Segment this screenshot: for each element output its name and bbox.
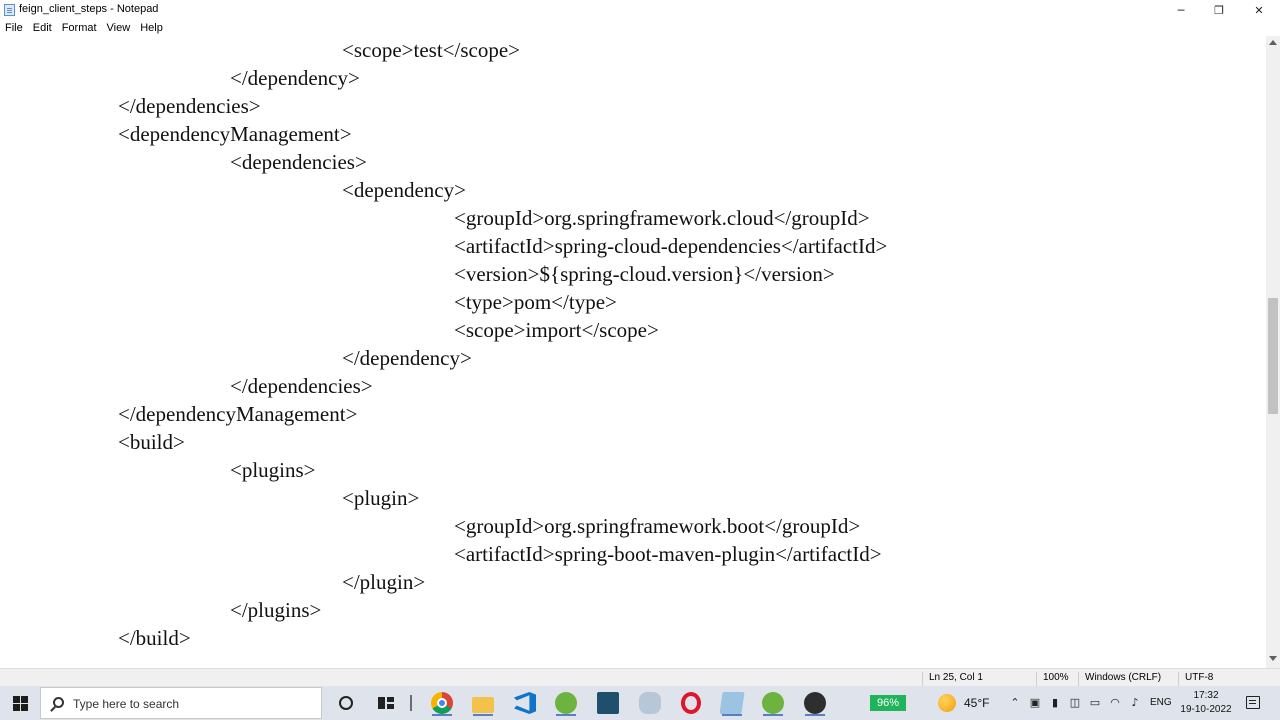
encoding: UTF-8 xyxy=(1178,672,1268,686)
notifications-icon[interactable] xyxy=(1246,696,1260,709)
taskbar: 96% 45°F ⌃ ▣ ▮ ◫ ▭ ◠ ♪ ENG 17:32 19-10-2… xyxy=(0,686,1280,720)
status-bar: Ln 25, Col 1 100% Windows (CRLF) UTF-8 xyxy=(0,668,1280,686)
battery-percentage[interactable]: 96% xyxy=(870,695,906,711)
taskbar-app-spring-tool-suite-2[interactable] xyxy=(760,690,786,716)
active-indicator xyxy=(473,714,493,716)
code-line: </plugins> xyxy=(230,598,322,622)
minimize-button[interactable]: ─ xyxy=(1162,0,1200,20)
screen-capture-icon[interactable]: ◫ xyxy=(1068,696,1082,710)
obs-icon xyxy=(804,692,826,714)
active-indicator xyxy=(556,714,576,716)
taskbar-app-shell[interactable] xyxy=(637,690,663,716)
language-indicator[interactable]: ENG xyxy=(1150,697,1172,708)
code-line: <groupId>org.springframework.boot</group… xyxy=(454,514,861,538)
terminal-icon xyxy=(597,692,619,714)
code-line: <artifactId>spring-cloud-dependencies</a… xyxy=(454,234,888,258)
active-indicator xyxy=(805,714,825,716)
active-indicator xyxy=(722,714,742,716)
vscode-icon xyxy=(514,692,536,714)
active-indicator xyxy=(432,714,452,716)
search-input[interactable] xyxy=(73,694,313,714)
code-line: </dependency> xyxy=(230,66,360,90)
menu-format[interactable]: Format xyxy=(57,20,102,36)
window-title: feign_client_steps - Notepad xyxy=(19,3,159,15)
spring-icon xyxy=(762,692,784,714)
code-line: <plugins> xyxy=(230,458,316,482)
spring-icon xyxy=(555,692,577,714)
code-line: <scope>test</scope> xyxy=(342,38,520,62)
scroll-down-arrow-icon[interactable] xyxy=(1269,656,1277,661)
task-view-button[interactable] xyxy=(373,690,399,716)
taskbar-app-obs[interactable] xyxy=(802,690,828,716)
shell-icon xyxy=(639,692,661,714)
vertical-scrollbar[interactable] xyxy=(1266,36,1280,668)
cursor-position: Ln 25, Col 1 xyxy=(922,672,1036,686)
clock-date: 19-10-2022 xyxy=(1180,704,1232,715)
code-line: <type>pom</type> xyxy=(454,290,617,314)
close-button[interactable]: ✕ xyxy=(1240,0,1278,20)
chrome-icon xyxy=(431,692,453,714)
taskbar-search[interactable] xyxy=(40,687,322,719)
scrollbar-thumb[interactable] xyxy=(1268,298,1278,414)
code-line: <dependencies> xyxy=(230,150,367,174)
wifi-icon[interactable]: ◠ xyxy=(1108,696,1122,710)
cortana-button[interactable] xyxy=(333,690,359,716)
volume-icon[interactable]: ♪ xyxy=(1128,696,1142,710)
title-bar: feign_client_steps - Notepad ─ ❐ ✕ xyxy=(0,0,1280,20)
start-button[interactable] xyxy=(0,686,40,720)
zoom-level: 100% xyxy=(1036,672,1078,686)
cortana-icon xyxy=(339,696,353,710)
task-view-icon xyxy=(378,697,394,709)
code-line: </dependencies> xyxy=(230,374,373,398)
code-line: <artifactId>spring-boot-maven-plugin</ar… xyxy=(454,542,882,566)
search-icon xyxy=(53,697,64,708)
notepad-window: feign_client_steps - Notepad ─ ❐ ✕ File … xyxy=(0,0,1280,720)
code-line: <plugin> xyxy=(342,486,420,510)
text-editor[interactable]: <scope>test</scope> </dependency> </depend… xyxy=(0,36,1266,668)
menu-help[interactable]: Help xyxy=(135,20,168,36)
code-line: <dependency> xyxy=(342,178,466,202)
code-line: <version>${spring-cloud.version}</versio… xyxy=(454,262,835,286)
windows-logo-icon xyxy=(12,695,28,711)
code-line: </dependencyManagement> xyxy=(118,402,358,426)
menu-bar: File Edit Format View Help xyxy=(0,20,1280,36)
code-line: <groupId>org.springframework.cloud</grou… xyxy=(454,206,870,230)
weather-icon[interactable] xyxy=(938,694,956,712)
notepad-app-icon xyxy=(4,4,15,16)
microphone-icon[interactable]: ▮ xyxy=(1048,696,1062,710)
taskbar-app-chrome[interactable] xyxy=(429,690,455,716)
folder-icon xyxy=(472,697,494,713)
code-line: <build> xyxy=(118,430,185,454)
taskbar-app-file-explorer[interactable] xyxy=(470,690,496,716)
code-line: <scope>import</scope> xyxy=(454,318,659,342)
code-line: </dependency> xyxy=(342,346,472,370)
code-line: </dependencies> xyxy=(118,94,261,118)
taskbar-app-terminal[interactable] xyxy=(595,690,621,716)
active-indicator xyxy=(763,714,783,716)
system-clock[interactable]: 17:32 19-10-2022 xyxy=(1178,689,1234,717)
restore-button[interactable]: ❐ xyxy=(1200,0,1238,20)
taskbar-app-notepad[interactable] xyxy=(719,690,745,716)
menu-file[interactable]: File xyxy=(0,20,28,36)
taskbar-divider xyxy=(410,695,412,711)
camera-icon[interactable]: ▣ xyxy=(1028,696,1042,710)
weather-temperature[interactable]: 45°F xyxy=(964,696,989,710)
code-line: </plugin> xyxy=(342,570,426,594)
notepad-icon xyxy=(719,692,745,714)
taskbar-app-spring-tool-suite[interactable] xyxy=(553,690,579,716)
taskbar-app-vscode[interactable] xyxy=(512,690,538,716)
code-line: </build> xyxy=(118,626,191,650)
menu-edit[interactable]: Edit xyxy=(28,20,57,36)
clock-time: 17:32 xyxy=(1193,690,1219,701)
code-line: <dependencyManagement> xyxy=(118,122,352,146)
scroll-up-arrow-icon[interactable] xyxy=(1269,40,1277,45)
taskbar-app-opera[interactable] xyxy=(678,690,704,716)
battery-icon[interactable]: ▭ xyxy=(1088,696,1102,710)
chevron-up-icon[interactable]: ⌃ xyxy=(1008,696,1022,710)
menu-view[interactable]: View xyxy=(102,20,136,36)
line-ending: Windows (CRLF) xyxy=(1078,672,1178,686)
opera-icon xyxy=(681,692,701,714)
